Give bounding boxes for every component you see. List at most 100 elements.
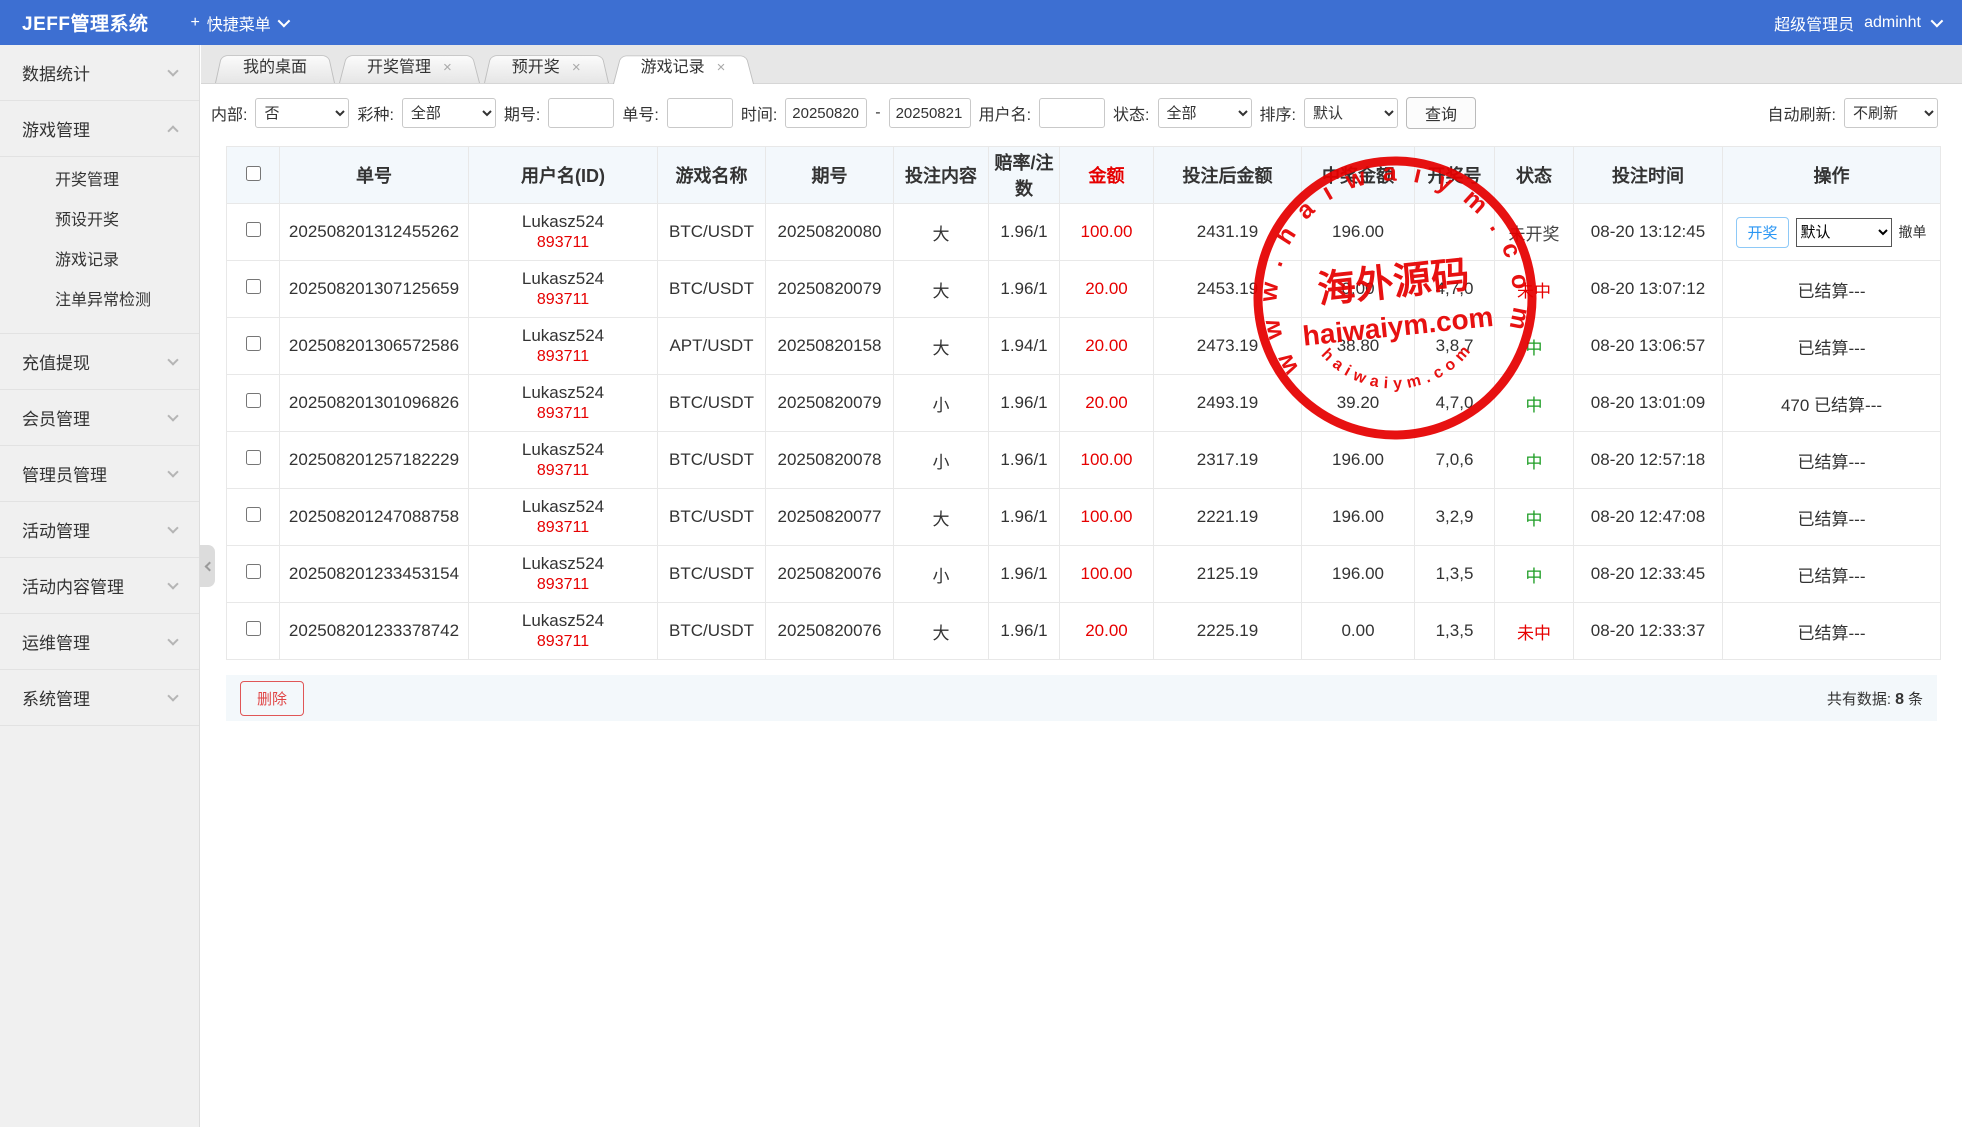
chevron-down-icon [167,466,178,477]
sidebar-subitem[interactable]: 预设开奖 [0,201,199,241]
draw-mode-select[interactable]: 默认 [1796,218,1892,247]
draw-button[interactable]: 开奖 [1736,217,1788,248]
quick-menu-button[interactable]: + 快捷菜单 [190,11,286,35]
sidebar-item-label: 游戏管理 [22,116,90,141]
chevron-left-icon [204,561,214,571]
cell-draw-no: 1,3,5 [1415,603,1495,660]
row-checkbox[interactable] [246,279,261,294]
row-checkbox[interactable] [246,450,261,465]
chevron-down-icon [167,410,178,421]
sidebar-item[interactable]: 充值提现 [0,334,199,390]
sidebar-item[interactable]: 运维管理 [0,614,199,670]
total-count: 8 [1895,691,1904,708]
table-row: 202508201306572586Lukasz524893711APT/USD… [227,318,1941,375]
cell-bet-time: 08-20 12:33:45 [1574,546,1723,603]
sidebar-item[interactable]: 数据统计 [0,45,199,101]
cell-balance-after: 2473.19 [1154,318,1302,375]
chevron-up-icon [167,125,178,136]
sidebar-subitem[interactable]: 游戏记录 [0,241,199,281]
column-header: 状态 [1495,147,1574,204]
app-title: JEFF管理系统 [22,9,148,36]
row-checkbox[interactable] [246,336,261,351]
order-filter-input[interactable] [667,98,733,128]
cell-odds: 1.96/1 [989,204,1060,261]
table-row: 202508201233378742Lukasz524893711BTC/USD… [227,603,1941,660]
chevron-down-icon [167,690,178,701]
close-icon[interactable]: × [572,59,581,76]
delete-button[interactable]: 删除 [240,681,304,716]
period-filter-input[interactable] [548,98,614,128]
total-label: 共有数据: [1827,691,1891,708]
cell-balance-after: 2493.19 [1154,375,1302,432]
row-checkbox[interactable] [246,507,261,522]
sidebar-item[interactable]: 活动内容管理 [0,558,199,614]
cell-order-no: 202508201247088758 [280,489,469,546]
sidebar-item[interactable]: 系统管理 [0,670,199,726]
cell-user: Lukasz524893711 [469,546,658,603]
cell-select [227,204,280,261]
status-filter-select[interactable]: 全部 [1158,98,1252,128]
plus-icon: + [190,14,199,32]
close-icon[interactable]: × [443,59,452,76]
sidebar-subitem[interactable]: 开奖管理 [0,161,199,201]
cell-actions: 已结算--- [1723,261,1941,318]
row-checkbox[interactable] [246,621,261,636]
sidebar-item[interactable]: 会员管理 [0,390,199,446]
cell-odds: 1.96/1 [989,432,1060,489]
time-from-input[interactable] [785,98,867,128]
sort-filter-select[interactable]: 默认 [1304,98,1398,128]
tab-开奖管理[interactable]: 开奖管理× [339,52,480,83]
tab-我的桌面[interactable]: 我的桌面 [215,52,335,83]
cell-odds: 1.96/1 [989,375,1060,432]
column-header: 用户名(ID) [469,147,658,204]
cell-bet-time: 08-20 12:33:37 [1574,603,1723,660]
close-icon[interactable]: × [717,59,726,76]
user-menu[interactable]: 超级管理员 adminht [1774,11,1940,35]
auto-refresh-select[interactable]: 不刷新 [1844,98,1938,128]
row-checkbox[interactable] [246,222,261,237]
period-filter-label: 期号: [504,101,540,125]
cell-order-no: 202508201233453154 [280,546,469,603]
tab-游戏记录[interactable]: 游戏记录× [613,52,754,84]
tab-strip: 我的桌面 开奖管理×预开奖×游戏记录× [201,45,1962,84]
row-checkbox[interactable] [246,393,261,408]
row-checkbox[interactable] [246,564,261,579]
cell-select [227,489,280,546]
sidebar-item[interactable]: 游戏管理 [0,101,199,157]
cell-game-name: BTC/USDT [658,432,766,489]
sidebar-item[interactable]: 活动管理 [0,502,199,558]
sidebar-item-label: 数据统计 [22,60,90,85]
time-filter-label: 时间: [741,101,777,125]
cell-status: 未中 [1495,261,1574,318]
tab-label: 我的桌面 [243,59,307,76]
tab-预开奖[interactable]: 预开奖× [484,52,609,83]
chevron-down-icon [167,65,178,76]
cell-game-name: BTC/USDT [658,261,766,318]
cell-status: 中 [1495,432,1574,489]
filter-bar: 内部: 否 彩种: 全部 期号: 单号: 时间: - 用户名: 状态: 全部 排… [201,84,1962,142]
select-all-checkbox[interactable] [246,166,261,181]
cell-balance-after: 2431.19 [1154,204,1302,261]
cell-actions: 已结算--- [1723,432,1941,489]
cancel-order-link[interactable]: 撤单 [1899,222,1927,242]
username-filter-input[interactable] [1039,98,1105,128]
cell-game-name: APT/USDT [658,318,766,375]
cell-user: Lukasz524893711 [469,375,658,432]
sidebar-item[interactable]: 管理员管理 [0,446,199,502]
lottery-filter-select[interactable]: 全部 [402,98,496,128]
cell-bet-time: 08-20 13:07:12 [1574,261,1723,318]
query-button[interactable]: 查询 [1406,97,1476,129]
sidebar-collapse-handle[interactable] [200,545,215,587]
cell-select [227,261,280,318]
sidebar-item-label: 充值提现 [22,349,90,374]
table-body: 202508201312455262Lukasz524893711BTC/USD… [227,204,1941,660]
user-name: Lukasz524 [473,212,653,232]
cell-actions: 470 已结算--- [1723,375,1941,432]
order-filter-label: 单号: [622,101,658,125]
time-to-input[interactable] [889,98,971,128]
sidebar-subitem[interactable]: 注单异常检测 [0,281,199,321]
cell-odds: 1.96/1 [989,261,1060,318]
settled-text: 已结算--- [1798,624,1866,643]
time-separator: - [875,104,880,122]
internal-filter-select[interactable]: 否 [255,98,349,128]
